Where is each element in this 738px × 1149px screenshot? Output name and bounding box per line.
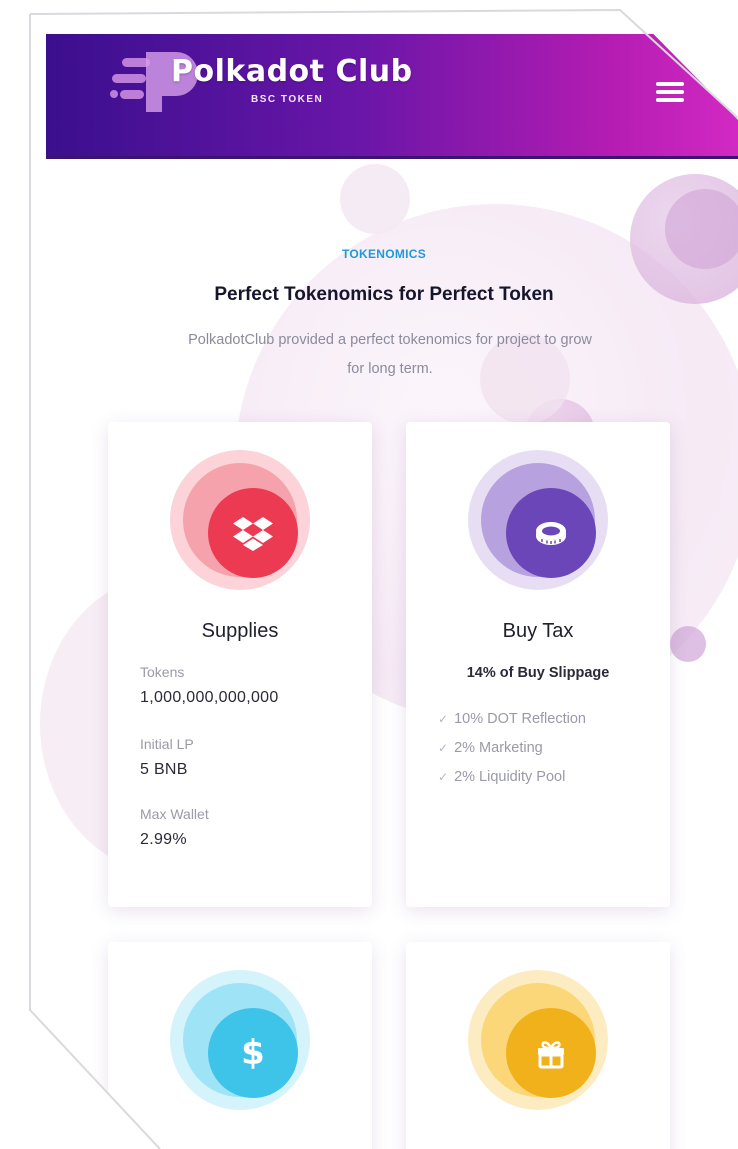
field-label-tokens: Tokens <box>140 664 185 680</box>
dropbox-icon <box>233 517 273 551</box>
brand-name[interactable]: Polkadot Club <box>171 54 413 89</box>
check-icon: ✓ <box>438 741 449 755</box>
field-value-max-wallet: 2.99% <box>140 831 187 848</box>
field-value-tokens: 1,000,000,000,000 <box>140 689 279 706</box>
brand-subtitle: BSC TOKEN <box>251 94 324 105</box>
check-icon: ✓ <box>438 770 449 784</box>
check-icon: ✓ <box>438 712 449 726</box>
dollar-icon: $ <box>241 1033 265 1073</box>
field-label-initial-lp: Initial LP <box>140 736 194 752</box>
gift-icon <box>538 1041 564 1069</box>
icon-ring <box>468 450 608 590</box>
icon-ring <box>170 450 310 590</box>
background-blob <box>340 164 410 234</box>
reward-card <box>406 942 670 1149</box>
card-subtitle: 14% of Buy Slippage <box>466 665 610 681</box>
list-item: ✓ 2% Liquidity Pool <box>438 769 566 785</box>
supplies-card: Supplies Tokens 1,000,000,000,000 Initia… <box>108 422 372 907</box>
list-item: ✓ 2% Marketing <box>438 740 543 756</box>
card-title: Buy Tax <box>502 620 574 642</box>
section-title: Perfect Tokenomics for Perfect Token <box>214 284 554 305</box>
page: Polkadot Club BSC TOKEN TOKENOMICS Perfe… <box>30 14 738 1149</box>
buy-tax-card: Buy Tax 14% of Buy Slippage ✓ 10% DOT Ref… <box>406 422 670 907</box>
hamburger-icon[interactable] <box>656 82 684 106</box>
field-value-initial-lp: 5 BNB <box>140 761 188 778</box>
field-label-max-wallet: Max Wallet <box>140 806 209 822</box>
section-description: PolkadotClub provided a perfect tokenomi… <box>188 332 592 377</box>
coin-icon <box>536 522 566 545</box>
tax-list: ✓ 10% DOT Reflection ✓ 2% Marketing ✓ 2% Li… <box>438 705 586 792</box>
list-item: ✓ 10% DOT Reflection <box>438 711 586 727</box>
sell-tax-card: $ <box>108 942 372 1149</box>
card-title: Supplies <box>201 620 279 642</box>
icon-ring <box>468 970 608 1110</box>
background-blob <box>670 626 706 662</box>
section-eyebrow: TOKENOMICS <box>341 247 427 261</box>
site-header: Polkadot Club BSC TOKEN <box>46 34 738 159</box>
icon-ring: $ <box>170 970 310 1110</box>
